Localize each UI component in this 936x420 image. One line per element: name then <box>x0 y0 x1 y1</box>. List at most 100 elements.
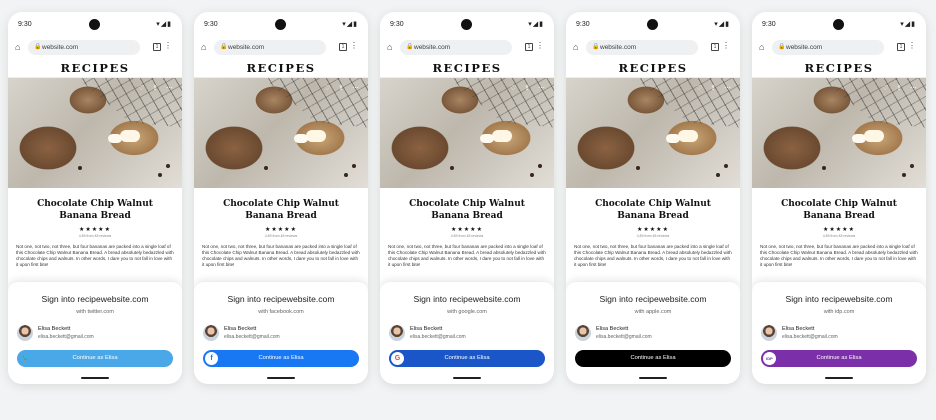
overflow-menu-icon[interactable]: ⋮ <box>164 41 172 50</box>
avatar <box>17 325 33 341</box>
chocolate-chip <box>910 164 914 168</box>
lock-icon: 🔒 <box>220 44 228 50</box>
gesture-home-bar[interactable] <box>453 377 481 379</box>
rating-stars: ★★★★★ <box>265 227 297 233</box>
stage: 9:30 ▾◢▮ ⌂ 🔒 website.com 1 ⋮ RECIPES ♡ ⇪… <box>0 0 936 420</box>
continue-button-label: Continue as Elisa <box>444 355 490 361</box>
image-action-icons[interactable]: ♡ ⇪ ⋯ <box>324 84 362 92</box>
chocolate-chip <box>264 166 268 170</box>
recipe-title: Chocolate Chip Walnut Banana Bread <box>595 199 711 221</box>
overflow-menu-icon[interactable]: ⋮ <box>908 41 916 50</box>
cooling-rack <box>263 78 368 128</box>
account-email: elisa.beckett@gmail.com <box>224 334 280 340</box>
url-text: website.com <box>228 44 265 51</box>
account-row[interactable]: Elisa Beckett elisa.beckett@gmail.com <box>380 323 554 345</box>
status-bar: 9:30 ▾◢▮ <box>194 12 368 38</box>
lock-icon: 🔒 <box>778 44 786 50</box>
site-title: RECIPES <box>752 58 926 78</box>
gesture-home-bar[interactable] <box>81 377 109 379</box>
review-count: 4.89 from 48 reviews <box>264 234 298 238</box>
overflow-menu-icon[interactable]: ⋮ <box>722 41 730 50</box>
image-action-icons[interactable]: ♡ ⇪ ⋯ <box>696 84 734 92</box>
image-action-icons[interactable]: ♡ ⇪ ⋯ <box>138 84 176 92</box>
chocolate-chip <box>450 166 454 170</box>
tab-switcher-icon[interactable]: 1 <box>339 43 347 51</box>
tab-switcher-icon[interactable]: 1 <box>711 43 719 51</box>
site-title: RECIPES <box>194 58 368 78</box>
image-action-icons[interactable]: ♡ ⇪ ⋯ <box>510 84 548 92</box>
recipe-hero-image: ♡ ⇪ ⋯ <box>380 78 554 188</box>
fedcm-bottom-sheet: Sign into recipewebsite.com with faceboo… <box>194 282 368 384</box>
recipe-title: Chocolate Chip Walnut Banana Bread <box>781 199 897 221</box>
gesture-home-bar[interactable] <box>639 377 667 379</box>
camera-cutout <box>647 19 658 30</box>
address-bar[interactable]: 🔒 website.com <box>772 40 884 55</box>
recipe-description: Not one, not two, not three, but four ba… <box>760 244 918 267</box>
home-icon[interactable]: ⌂ <box>15 42 20 52</box>
sheet-title: Sign into recipewebsite.com <box>785 294 893 304</box>
butter <box>492 130 512 142</box>
continue-button-label: Continue as Elisa <box>816 355 862 361</box>
account-row[interactable]: Elisa Beckett elisa.beckett@gmail.com <box>194 323 368 345</box>
avatar <box>761 325 777 341</box>
status-time: 9:30 <box>390 21 404 28</box>
recipe-title: Chocolate Chip Walnut Banana Bread <box>409 199 525 221</box>
home-icon[interactable]: ⌂ <box>759 42 764 52</box>
image-action-icons[interactable]: ♡ ⇪ ⋯ <box>882 84 920 92</box>
overflow-menu-icon[interactable]: ⋮ <box>350 41 358 50</box>
fedcm-bottom-sheet: Sign into recipewebsite.com with idp.com… <box>752 282 926 384</box>
gesture-home-bar[interactable] <box>825 377 853 379</box>
site-title: RECIPES <box>566 58 740 78</box>
camera-cutout <box>89 19 100 30</box>
phone-facebook: 9:30 ▾◢▮ ⌂ 🔒 website.com 1 ⋮ RECIPES ♡ ⇪… <box>194 12 368 384</box>
account-row[interactable]: Elisa Beckett elisa.beckett@gmail.com <box>8 323 182 345</box>
continue-button[interactable]: 🐦 Continue as Elisa <box>17 350 173 367</box>
home-icon[interactable]: ⌂ <box>387 42 392 52</box>
butter <box>294 134 308 143</box>
status-time: 9:30 <box>576 21 590 28</box>
address-bar[interactable]: 🔒 website.com <box>400 40 512 55</box>
browser-toolbar: ⌂ 🔒 website.com 1 ⋮ <box>566 38 740 58</box>
account-name: Elisa Beckett <box>596 326 629 332</box>
address-bar[interactable]: 🔒 website.com <box>586 40 698 55</box>
twitter-icon: 🐦 <box>21 355 30 362</box>
account-email: elisa.beckett@gmail.com <box>38 334 94 340</box>
continue-button[interactable]: Continue as Elisa <box>575 350 731 367</box>
tab-switcher-icon[interactable]: 1 <box>525 43 533 51</box>
continue-button[interactable]: IDP Continue as Elisa <box>761 350 917 367</box>
lock-icon: 🔒 <box>406 44 414 50</box>
status-time: 9:30 <box>18 21 32 28</box>
status-bar: 9:30 ▾◢▮ <box>752 12 926 38</box>
account-email: elisa.beckett@gmail.com <box>596 334 652 340</box>
browser-toolbar: ⌂ 🔒 website.com 1 ⋮ <box>8 38 182 58</box>
continue-button[interactable]: G Continue as Elisa <box>389 350 545 367</box>
continue-button[interactable]: f Continue as Elisa <box>203 350 359 367</box>
identity-provider-subtitle: with facebook.com <box>258 309 304 315</box>
account-row[interactable]: Elisa Beckett elisa.beckett@gmail.com <box>566 323 740 345</box>
gesture-home-bar[interactable] <box>267 377 295 379</box>
home-icon[interactable]: ⌂ <box>573 42 578 52</box>
account-row[interactable]: Elisa Beckett elisa.beckett@gmail.com <box>752 323 926 345</box>
chocolate-chip <box>636 166 640 170</box>
sheet-title: Sign into recipewebsite.com <box>41 294 149 304</box>
address-bar[interactable]: 🔒 website.com <box>214 40 326 55</box>
butter <box>120 130 140 142</box>
tab-switcher-icon[interactable]: 1 <box>153 43 161 51</box>
butter <box>108 134 122 143</box>
status-icons: ▾◢▮ <box>156 21 172 28</box>
review-count: 4.89 from 48 reviews <box>636 234 670 238</box>
tab-switcher-icon[interactable]: 1 <box>897 43 905 51</box>
address-bar[interactable]: 🔒 website.com <box>28 40 140 55</box>
site-title: RECIPES <box>8 58 182 78</box>
fedcm-bottom-sheet: Sign into recipewebsite.com with twitter… <box>8 282 182 384</box>
butter <box>306 130 326 142</box>
avatar <box>575 325 591 341</box>
camera-cutout <box>275 19 286 30</box>
account-email: elisa.beckett@gmail.com <box>410 334 466 340</box>
overflow-menu-icon[interactable]: ⋮ <box>536 41 544 50</box>
home-icon[interactable]: ⌂ <box>201 42 206 52</box>
camera-cutout <box>833 19 844 30</box>
site-title: RECIPES <box>380 58 554 78</box>
review-count: 4.89 from 48 reviews <box>78 234 112 238</box>
url-text: website.com <box>786 44 823 51</box>
